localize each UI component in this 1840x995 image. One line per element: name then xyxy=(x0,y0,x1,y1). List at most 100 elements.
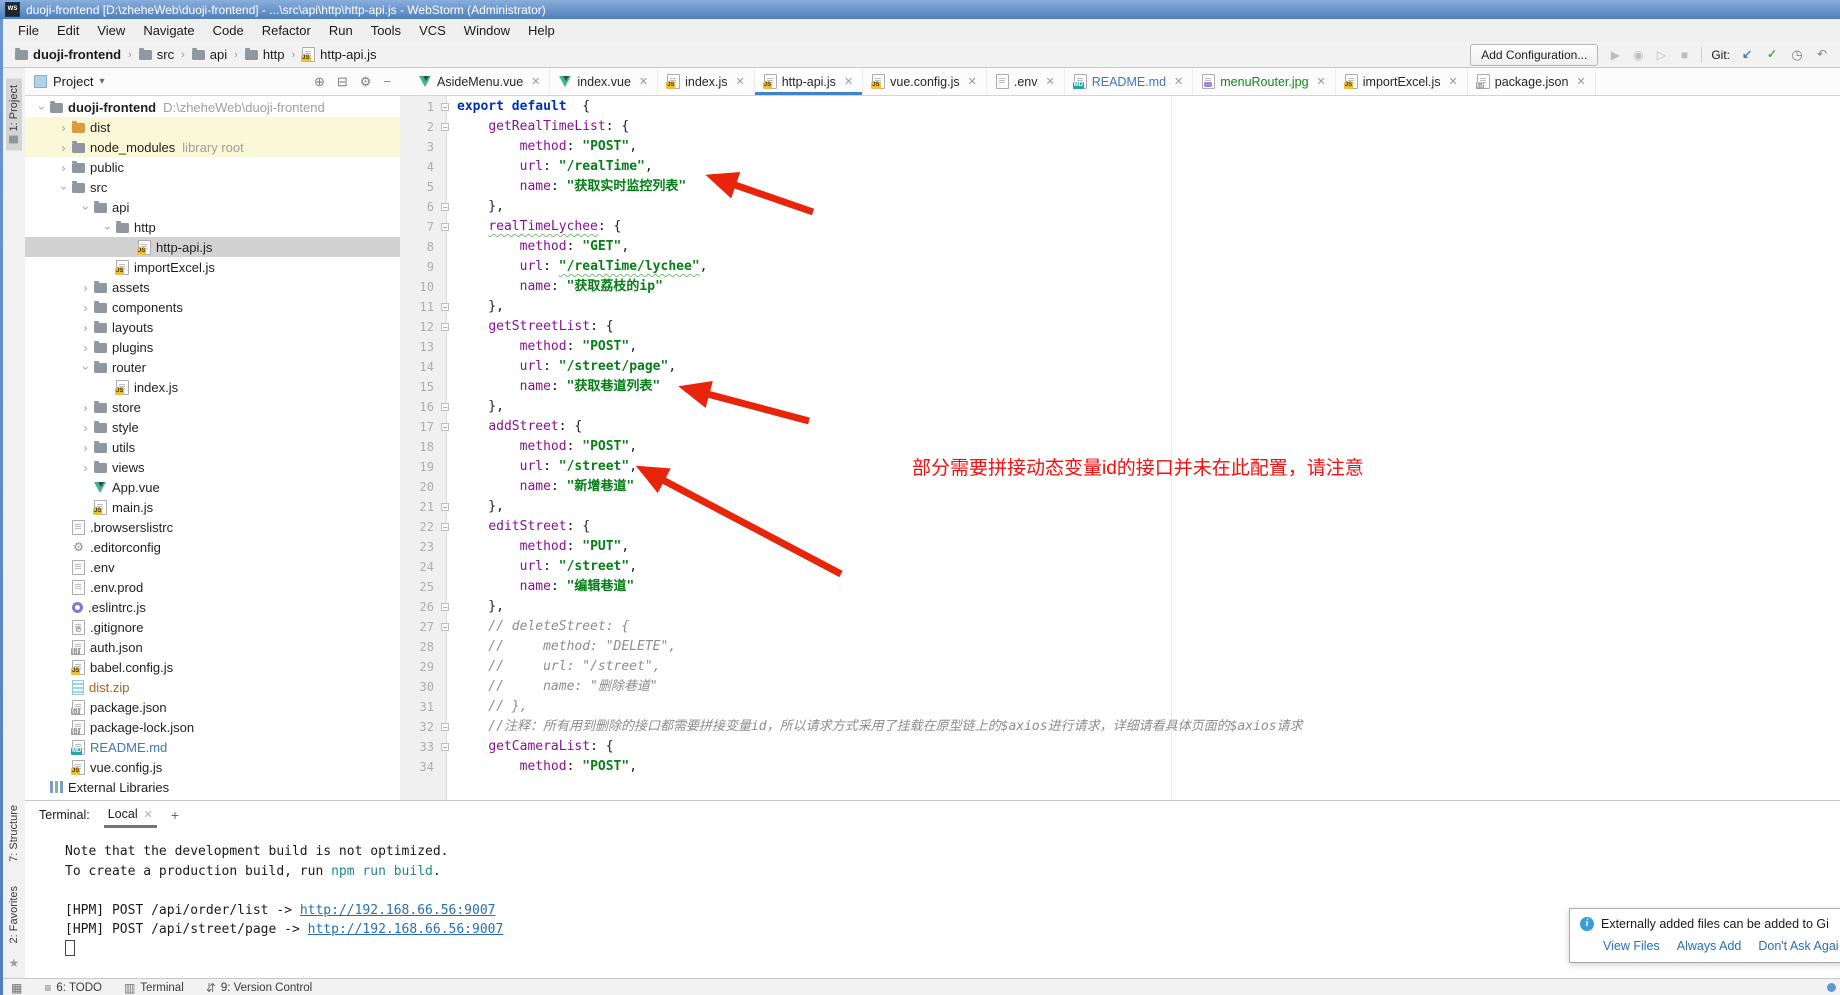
tree-item-assets[interactable]: assets xyxy=(25,277,400,297)
favorites-star-icon[interactable]: ★ xyxy=(9,956,20,970)
project-panel-header[interactable]: Project ▾ xyxy=(25,68,400,96)
status-item-9-version-control[interactable]: 9: Version Control xyxy=(206,981,312,995)
tree-item-public[interactable]: public xyxy=(25,157,400,177)
fold-marker[interactable] xyxy=(438,517,452,537)
menu-refactor[interactable]: Refactor xyxy=(253,19,320,42)
settings-icon[interactable] xyxy=(360,74,372,90)
notification-action-don-t-ask-agai[interactable]: Don't Ask Agai xyxy=(1758,939,1838,953)
tree-item-duoji-frontend[interactable]: duoji-frontendD:\zheheWeb\duoji-frontend xyxy=(25,97,400,117)
tree-item-auth.json[interactable]: auth.json xyxy=(25,637,400,657)
chevron-down-icon[interactable]: ▾ xyxy=(99,76,104,87)
tree-item-package-lock.json[interactable]: package-lock.json xyxy=(25,717,400,737)
chevron-icon[interactable] xyxy=(55,120,72,135)
terminal-tab-local[interactable]: Local xyxy=(104,807,157,828)
tree-item-.env.prod[interactable]: .env.prod xyxy=(25,577,400,597)
tree-item-layouts[interactable]: layouts xyxy=(25,317,400,337)
fold-marker[interactable] xyxy=(438,217,452,237)
tree-item-babel.config.js[interactable]: babel.config.js xyxy=(25,657,400,677)
terminal-link[interactable]: http://192.168.66.56:9007 xyxy=(308,922,504,937)
menu-run[interactable]: Run xyxy=(320,19,362,42)
chevron-icon[interactable] xyxy=(99,220,116,235)
tree-item-.eslintrc.js[interactable]: .eslintrc.js xyxy=(25,597,400,617)
menu-window[interactable]: Window xyxy=(455,19,519,42)
chevron-icon[interactable] xyxy=(77,420,94,435)
tree-item-store[interactable]: store xyxy=(25,397,400,417)
tree-item-.env[interactable]: .env xyxy=(25,557,400,577)
tree-item-components[interactable]: components xyxy=(25,297,400,317)
chevron-icon[interactable] xyxy=(77,200,94,215)
title-bar[interactable]: duoji-frontend [D:\zheheWeb\duoji-fronte… xyxy=(0,0,1840,19)
menu-vcs[interactable]: VCS xyxy=(410,19,455,42)
tab-package.json[interactable]: package.json xyxy=(1468,68,1596,95)
chevron-icon[interactable] xyxy=(55,160,72,175)
collapse-all-icon[interactable] xyxy=(337,74,348,90)
close-icon[interactable] xyxy=(639,75,648,88)
close-icon[interactable] xyxy=(1317,75,1326,88)
fold-marker[interactable] xyxy=(438,497,452,517)
breadcrumb-src[interactable]: src xyxy=(137,47,176,62)
status-item-toolwindows[interactable] xyxy=(11,981,22,995)
tab-.env[interactable]: .env xyxy=(987,68,1065,95)
tree-item-external-libraries[interactable]: External Libraries xyxy=(25,777,400,797)
locate-icon[interactable] xyxy=(314,74,325,90)
fold-marker[interactable] xyxy=(438,297,452,317)
close-icon[interactable] xyxy=(1174,75,1183,88)
tree-item-http-api.js[interactable]: http-api.js xyxy=(25,237,400,257)
tree-item-.editorconfig[interactable]: .editorconfig xyxy=(25,537,400,557)
tree-item-package.json[interactable]: package.json xyxy=(25,697,400,717)
terminal-output[interactable]: Note that the development build is not o… xyxy=(25,828,1840,960)
menu-navigate[interactable]: Navigate xyxy=(134,19,203,42)
breadcrumb-http[interactable]: http xyxy=(243,47,287,62)
close-icon[interactable] xyxy=(968,75,977,88)
fold-marker[interactable] xyxy=(438,97,452,117)
tab-index.js[interactable]: index.js xyxy=(658,68,755,95)
git-update-icon[interactable] xyxy=(1739,47,1755,63)
tree-item-http[interactable]: http xyxy=(25,217,400,237)
notification-action-view-files[interactable]: View Files xyxy=(1603,939,1660,953)
close-icon[interactable] xyxy=(1576,75,1585,88)
chevron-icon[interactable] xyxy=(77,340,94,355)
tree-item-.browserslistrc[interactable]: .browserslistrc xyxy=(25,517,400,537)
new-terminal-session-button[interactable] xyxy=(171,807,179,828)
chevron-icon[interactable] xyxy=(55,180,72,195)
debug-icon[interactable] xyxy=(1630,48,1646,62)
chevron-icon[interactable] xyxy=(33,100,50,115)
status-item-6-todo[interactable]: 6: TODO xyxy=(44,981,102,995)
tab-asidemenu.vue[interactable]: AsideMenu.vue xyxy=(410,68,550,95)
fold-marker[interactable] xyxy=(438,737,452,757)
git-commit-icon[interactable] xyxy=(1764,47,1780,63)
tool-button-7-structure[interactable]: 7: Structure xyxy=(6,798,22,869)
fold-marker[interactable] xyxy=(438,717,452,737)
menu-help[interactable]: Help xyxy=(519,19,564,42)
tree-item-src[interactable]: src xyxy=(25,177,400,197)
fold-marker[interactable] xyxy=(438,317,452,337)
tree-item-readme.md[interactable]: README.md xyxy=(25,737,400,757)
fold-marker[interactable] xyxy=(438,417,452,437)
close-icon[interactable] xyxy=(1449,75,1458,88)
chevron-icon[interactable] xyxy=(77,360,94,375)
tab-readme.md[interactable]: README.md xyxy=(1065,68,1194,95)
git-history-icon[interactable] xyxy=(1789,47,1805,63)
chevron-icon[interactable] xyxy=(77,440,94,455)
chevron-icon[interactable] xyxy=(77,400,94,415)
close-icon[interactable] xyxy=(844,75,853,88)
stop-icon[interactable] xyxy=(1676,48,1692,62)
code-viewport[interactable]: 1export default {2 getRealTimeList: {3 m… xyxy=(400,96,1840,800)
status-item-terminal[interactable]: Terminal xyxy=(124,981,184,995)
hide-icon[interactable] xyxy=(383,74,391,90)
breadcrumb-http-api.js[interactable]: http-api.js xyxy=(300,47,378,62)
close-icon[interactable] xyxy=(1046,75,1055,88)
close-icon[interactable] xyxy=(531,75,540,88)
tool-button-1-project[interactable]: 1: Project xyxy=(6,78,22,150)
chevron-icon[interactable] xyxy=(77,460,94,475)
fold-marker[interactable] xyxy=(438,197,452,217)
tree-item-views[interactable]: views xyxy=(25,457,400,477)
fold-marker[interactable] xyxy=(438,397,452,417)
tree-item-plugins[interactable]: plugins xyxy=(25,337,400,357)
tree-item-dist.zip[interactable]: dist.zip xyxy=(25,677,400,697)
tree-item-index.js[interactable]: index.js xyxy=(25,377,400,397)
chevron-icon[interactable] xyxy=(77,320,94,335)
menu-code[interactable]: Code xyxy=(204,19,253,42)
tree-item-vue.config.js[interactable]: vue.config.js xyxy=(25,757,400,777)
notification-action-always-add[interactable]: Always Add xyxy=(1677,939,1742,953)
